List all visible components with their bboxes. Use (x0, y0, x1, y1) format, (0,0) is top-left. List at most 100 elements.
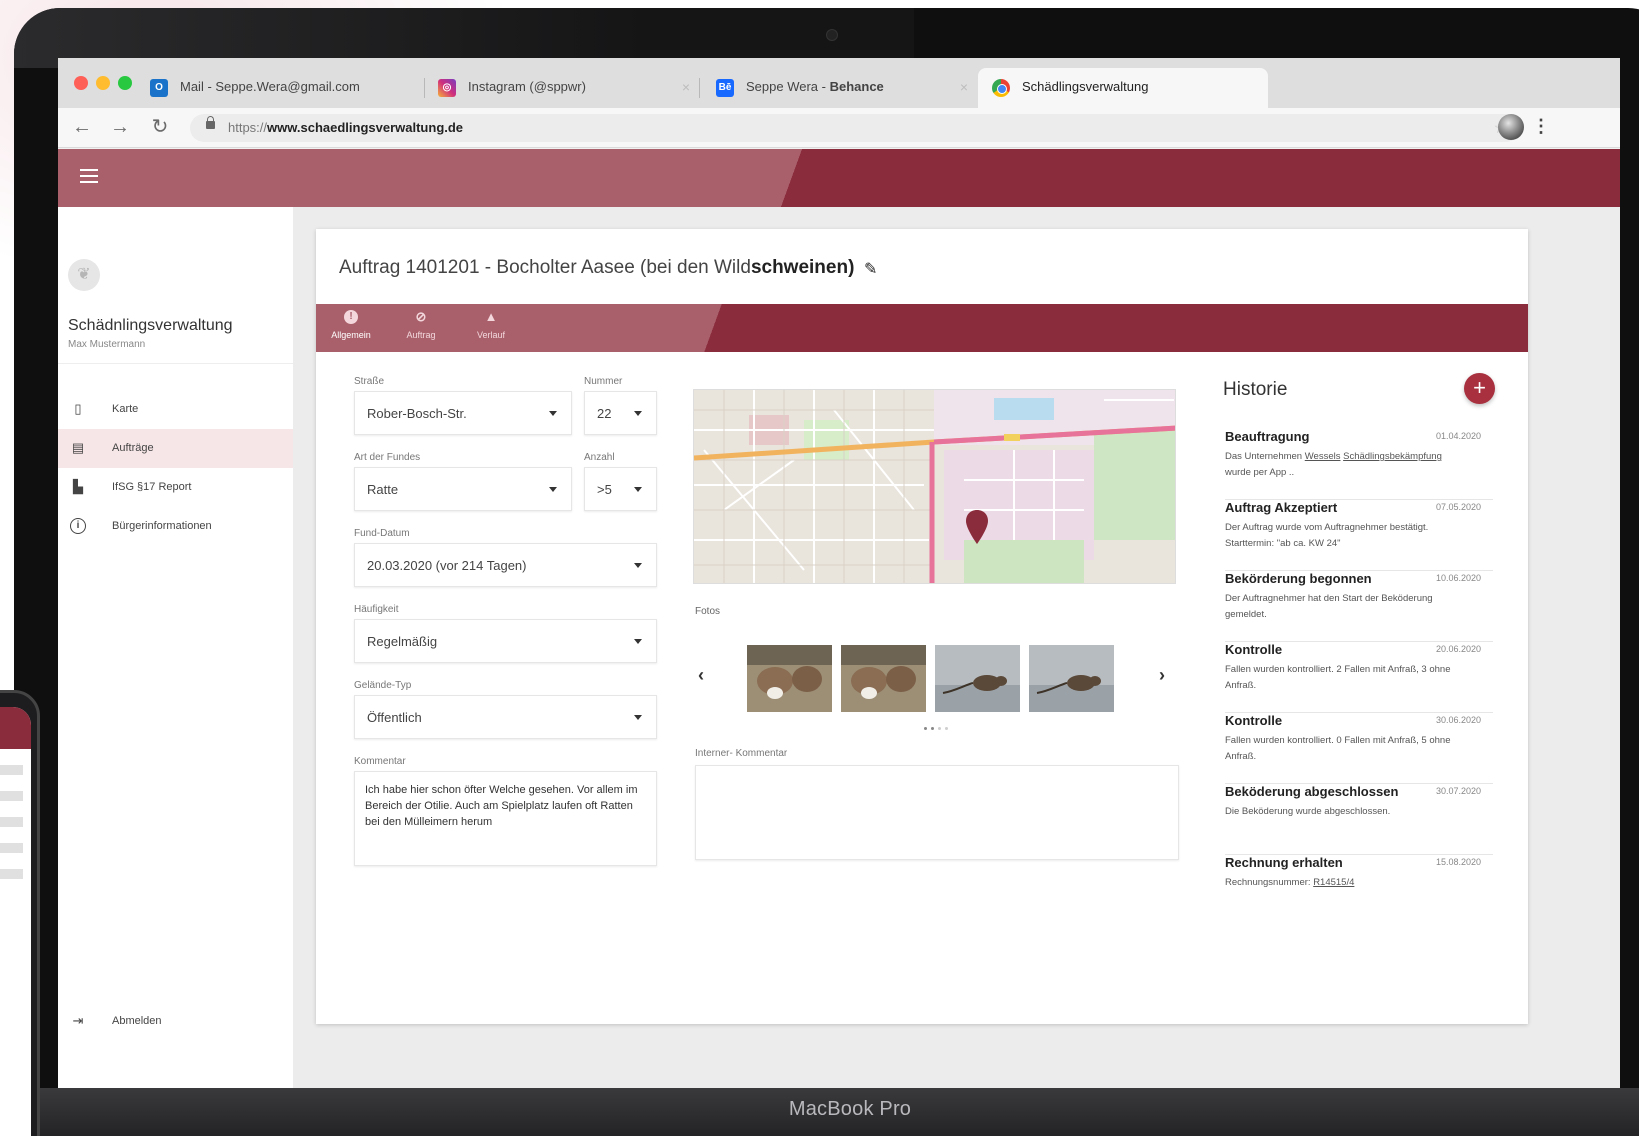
carousel-prev-icon[interactable]: ‹ (698, 665, 704, 686)
phone-content (0, 765, 31, 879)
carousel-next-icon[interactable]: › (1159, 665, 1165, 686)
url-input[interactable]: https://www.schaedlingsverwaltung.de ☆ (190, 114, 1520, 142)
gelaende-select[interactable]: Öffentlich (354, 695, 657, 739)
location-map[interactable] (693, 389, 1176, 584)
rat-photo-image (935, 645, 1020, 712)
interner-kommentar-textarea[interactable] (695, 765, 1179, 860)
browser-tab-behance[interactable]: Bē Seppe Wera - Behance × (702, 68, 982, 108)
tab-label: Seppe Wera - (746, 79, 830, 94)
rat-photo-image (1029, 645, 1114, 712)
forward-arrow-icon[interactable]: → (108, 116, 132, 138)
sidebar: ❦ Schädnlingsverwaltung Max Mustermann ▯… (58, 207, 293, 1088)
dropdown-arrow-icon (634, 411, 642, 416)
history-entry: Beauftragung 01.04.2020 Das Unternehmen … (1225, 429, 1493, 500)
haeufigkeit-select[interactable]: Regelmäßig (354, 619, 657, 663)
history-entry-text: Die Beköderung wurde abgeschlossen. (1225, 806, 1391, 817)
carousel-dot[interactable] (924, 727, 927, 730)
datum-label: Fund-Datum (354, 528, 410, 539)
art-select[interactable]: Ratte (354, 467, 572, 511)
reload-icon[interactable]: ↻ (148, 116, 172, 138)
hamburger-menu-icon[interactable] (80, 169, 98, 187)
select-value: >5 (597, 482, 612, 497)
anzahl-select[interactable]: >5 (584, 467, 657, 511)
browser-tab-instagram[interactable]: ◎ Instagram (@sppwr) × (424, 68, 704, 108)
history-entry-text: Fallen wurden kontrolliert. 2 Fallen mit… (1225, 664, 1451, 691)
close-window-button[interactable] (74, 76, 88, 90)
sidebar-item-ifsg-report[interactable]: ▙ IfSG §17 Report (58, 468, 293, 507)
history-entry: Beköderung abgeschlossen 30.07.2020 Die … (1225, 784, 1493, 855)
close-tab-icon[interactable]: × (960, 79, 968, 95)
company-link[interactable]: Schädlingsbekämpfung (1343, 451, 1442, 462)
history-entry-date: 30.06.2020 (1435, 715, 1481, 725)
kommentar-textarea[interactable]: Ich habe hier schon öfter Welche gesehen… (354, 771, 657, 866)
carousel-dot[interactable] (931, 727, 934, 730)
nummer-label: Nummer (584, 376, 623, 387)
edit-pencil-icon[interactable]: ✎ (864, 259, 877, 279)
fotos-label: Fotos (695, 606, 721, 617)
rat-photo[interactable] (935, 645, 1020, 712)
tab-allgemein[interactable]: ! Allgemein (321, 310, 381, 340)
browser-tab-schaedlingsverwaltung[interactable]: Schädlingsverwaltung (978, 68, 1268, 108)
back-arrow-icon[interactable]: ← (70, 116, 94, 138)
behance-icon: Bē (716, 79, 734, 97)
app-root: ❦ Schädnlingsverwaltung Max Mustermann ▯… (58, 149, 1620, 1088)
select-value: 20.03.2020 (vor 214 Tagen) (367, 558, 527, 573)
history-entry-date: 30.07.2020 (1435, 786, 1481, 796)
rat-photo[interactable] (841, 645, 926, 712)
phone-app-header (0, 707, 31, 749)
info-icon: i (70, 518, 86, 534)
location-pin-icon (966, 510, 988, 544)
browser-address-bar: ← → ↻ https://www.schaedlingsverwaltung.… (58, 108, 1620, 148)
sidebar-item-auftraege[interactable]: ▤ Aufträge (58, 429, 293, 468)
history-entry-date: 10.06.2020 (1435, 573, 1481, 583)
browser-tab-mail[interactable]: O Mail - Seppe.Wera@gmail.com (136, 68, 421, 108)
carousel-dots (916, 717, 956, 735)
logout-label: Abmelden (112, 1015, 162, 1027)
tab-auftrag[interactable]: ⊘ Auftrag (391, 310, 451, 341)
rat-photo-image (747, 645, 832, 712)
datum-select[interactable]: 20.03.2020 (vor 214 Tagen) (354, 543, 657, 587)
logout-button[interactable]: ⇥ Abmelden (58, 1007, 293, 1037)
history-entry-text: Der Auftrag wurde vom Auftragnehmer best… (1225, 522, 1429, 549)
add-history-button[interactable]: + (1464, 373, 1495, 404)
sidebar-item-label: Karte (112, 403, 139, 415)
carousel-dot[interactable] (945, 727, 948, 730)
tab-label-bold: Behance (829, 79, 884, 94)
sidebar-item-buergerinformationen[interactable]: i Bürgerinformationen (58, 507, 293, 546)
history-entry-title: Bekörderung begonnen (1225, 571, 1372, 586)
select-value: Regelmäßig (367, 634, 438, 649)
profile-avatar[interactable] (1498, 114, 1524, 140)
logout-icon: ⇥ (72, 1013, 84, 1028)
tab-verlauf[interactable]: ▲ Verlauf (461, 310, 521, 341)
app-logo-icon: ❦ (68, 259, 100, 291)
history-entry-text: Das Unternehmen Wessels Schädlingsbekämp… (1225, 451, 1442, 478)
sidebar-item-karte[interactable]: ▯ Karte (58, 390, 293, 429)
minimize-window-button[interactable] (96, 76, 110, 90)
carousel-dot[interactable] (938, 727, 941, 730)
maximize-window-button[interactable] (118, 76, 132, 90)
chrome-icon (992, 79, 1010, 97)
order-title: Auftrag 1401201 - Bocholter Aasee (bei d… (339, 257, 855, 278)
nummer-select[interactable]: 22 (584, 391, 657, 435)
dropdown-arrow-icon (634, 487, 642, 492)
history-entry-title: Kontrolle (1225, 642, 1283, 657)
device-label: MacBook Pro (788, 1098, 912, 1120)
laptop-screen: O Mail - Seppe.Wera@gmail.com ◎ Instagra… (58, 58, 1620, 1088)
kommentar-label: Kommentar (354, 756, 406, 767)
rat-photo[interactable] (747, 645, 832, 712)
invoice-link[interactable]: R14515/4 (1313, 877, 1354, 888)
close-tab-icon[interactable]: × (682, 79, 690, 95)
tab-label: Instagram (@sppwr) (468, 79, 586, 94)
history-entry: Kontrolle 20.06.2020 Fallen wurden kontr… (1225, 642, 1493, 713)
browser-menu-icon[interactable]: ⋮ (1532, 116, 1550, 137)
rat-photo[interactable] (1029, 645, 1114, 712)
history-entry-text: Rechnungsnummer: R14515/4 (1225, 877, 1355, 888)
company-link[interactable]: Wessels (1305, 451, 1341, 462)
history-entry-title: Auftrag Akzeptiert (1225, 500, 1338, 515)
strasse-select[interactable]: Rober-Bosch-Str. (354, 391, 572, 435)
rat-photo-image (841, 645, 926, 712)
select-value: Rober-Bosch-Str. (367, 406, 467, 421)
instagram-icon: ◎ (438, 79, 456, 97)
history-entry-date: 01.04.2020 (1435, 431, 1481, 441)
select-value: Ratte (367, 482, 399, 497)
